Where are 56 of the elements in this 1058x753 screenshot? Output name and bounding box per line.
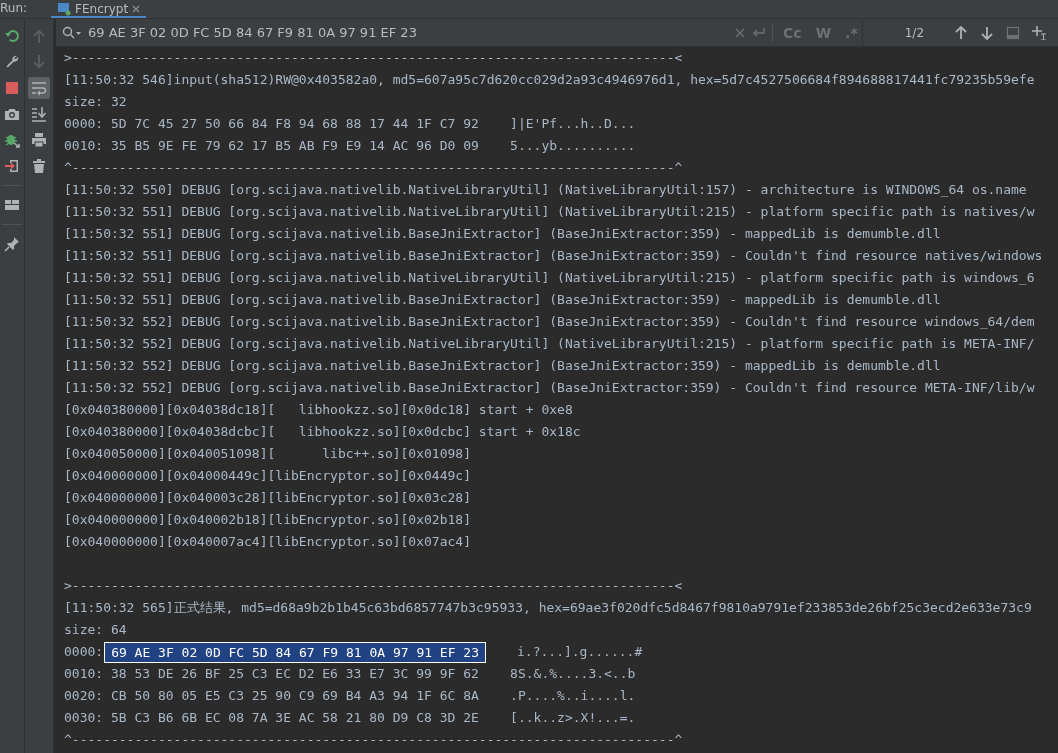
printer-icon — [31, 132, 47, 148]
console-line: [0x040380000][0x04038dc18][ libhookzz.so][0x0dc18] start + 0xe8 — [64, 401, 573, 419]
close-icon[interactable] — [132, 4, 141, 13]
console-line: 0010: 35 B5 9E FE 79 62 17 B5 AB F9 E9 14 AC 96 D0 09 5...yb.......... — [64, 137, 636, 155]
console-line: 0010: 38 53 DE 26 BF 25 C3 EC D2 E6 33 E7 3C 99 9F 62 8S.&.%....3.<..b — [64, 665, 636, 683]
next-match-icon[interactable] — [980, 25, 995, 40]
console-line: [0x040380000][0x04038dcbc][ libhookzz.so][0x0dcbc] start + 0x18c — [64, 423, 581, 441]
console-line: >-----------------------------------------------------------------------------< — [64, 49, 683, 67]
console-line: [11:50:32 550] DEBUG [org.scijava.nativelib.NativeLibraryUtil] (NativeLibraryUtil:157) - architecture is WINDOWS_64 os.name — [64, 181, 1027, 199]
console-line: [11:50:32 565]正式结果, md5=d68a9b2b1b45c63bd6857747b3c95933, hex=69ae3f020dfc5d8467f9810a9791ef233853de26bf25c3ecd2e633e73c9 — [64, 599, 1032, 617]
stop-icon — [4, 80, 20, 96]
console-line: ^-----------------------------------------------------------------------------^ — [64, 731, 683, 749]
run-label: Run: — [0, 0, 28, 16]
console-line: [11:50:32 546]input(sha512)RW@0x403582a0, md5=607a95c7d620cc029d2a93c4946976d1, hex=5d7c4527506684f894688817441fc79235b59efe — [64, 71, 1035, 89]
up-arrow-icon — [31, 28, 47, 44]
console-line: [11:50:32 552] DEBUG [org.scijava.nativelib.NativeLibraryUtil] (NativeLibraryUtil:215) - platform specific path is META-INF/ — [64, 335, 1035, 353]
wrench-icon — [4, 54, 20, 70]
console-line: [11:50:32 551] DEBUG [org.scijava.nativelib.BaseJniExtractor] (BaseJniExtractor:359) - mappedLib is demumble.dll — [64, 225, 941, 243]
console-line: [11:50:32 551] DEBUG [org.scijava.nativelib.NativeLibraryUtil] (NativeLibraryUtil:215) - platform specific path is windows_6 — [64, 269, 1035, 287]
console-line: [0x040000000][0x04000449c][libEncryptor.so][0x0449c] — [64, 467, 471, 485]
console-text: i.?...].g......# — [517, 643, 643, 661]
console-line: [11:50:32 551] DEBUG [org.scijava.nativelib.BaseJniExtractor] (BaseJniExtractor:359) - mappedLib is demumble.dll — [64, 291, 941, 309]
console-line: ^-----------------------------------------------------------------------------^ — [64, 159, 683, 177]
console-line: >-----------------------------------------------------------------------------< — [64, 577, 683, 595]
console-line: [11:50:32 552] DEBUG [org.scijava.nativelib.BaseJniExtractor] (BaseJniExtractor:359) - Couldn't find resource windows_64/dem — [64, 313, 1035, 331]
exit-icon — [4, 158, 20, 174]
console-line: size: 32 — [64, 93, 127, 111]
soft-wrap-button[interactable] — [28, 77, 50, 99]
console-line: [11:50:32 552] DEBUG [org.scijava.nativelib.BaseJniExtractor] (BaseJniExtractor:359) - Couldn't find resource META-INF/lib/w — [64, 379, 1035, 397]
search-option[interactable]: .* — [841, 24, 862, 41]
scroll-to-end-icon — [31, 106, 47, 122]
add-filter-icon[interactable] — [1032, 25, 1047, 40]
match-count: 1/2 — [904, 25, 925, 40]
soft-wrap-icon — [31, 80, 47, 96]
down-arrow-icon — [31, 54, 47, 70]
console-line: 0020: CB 50 80 05 E5 C3 25 90 C9 69 B4 A3 94 1F 6C 8A .P....%..i....l. — [64, 687, 636, 705]
console-line: [11:50:32 551] DEBUG [org.scijava.nativelib.BaseJniExtractor] (BaseJniExtractor:359) - Couldn't find resource natives/windows — [64, 247, 1043, 265]
console-line: [0x040000000][0x040003c28][libEncryptor.so][0x03c28] — [64, 489, 471, 507]
console-line: [0x040050000][0x040051098][ libc++.so][0x01098] — [64, 445, 471, 463]
console-line: [0x040000000][0x040007ac4][libEncryptor.so][0x07ac4] — [64, 533, 471, 551]
console-text: 0000: — [64, 643, 104, 661]
console-line: [11:50:32 552] DEBUG [org.scijava.nativelib.BaseJniExtractor] (BaseJniExtractor:359) - mappedLib is demumble.dll — [64, 357, 941, 375]
console-line: 0030: 5B C3 B6 6B EC 08 7A 3E AC 58 21 80 D9 C8 3D 2E [..k..z>.X!...=. — [64, 709, 636, 727]
pin-icon — [4, 236, 20, 252]
console-line: size: 64 — [64, 621, 127, 639]
search-match: 69 AE 3F 02 0D FC 5D 84 67 F9 81 0A 97 91 EF 23 — [105, 642, 485, 662]
rerun-icon — [4, 28, 20, 44]
bug-icon — [4, 132, 20, 148]
layout-icon — [4, 197, 20, 213]
search-icon[interactable] — [62, 25, 82, 40]
previous-match-icon[interactable] — [954, 25, 969, 40]
console-line: [0x040000000][0x040002b18][libEncryptor.so][0x02b18] — [64, 511, 471, 529]
console-line: 0000: 5D 7C 45 27 50 66 84 F8 94 68 88 17 44 1F C7 92 ]|E'Pf...h..D... — [64, 115, 636, 133]
console-line: [11:50:32 551] DEBUG [org.scijava.nativelib.NativeLibraryUtil] (NativeLibraryUtil:215) - platform specific path is natives/w — [64, 203, 1035, 221]
trash-icon — [31, 158, 47, 174]
camera-icon — [4, 106, 20, 122]
